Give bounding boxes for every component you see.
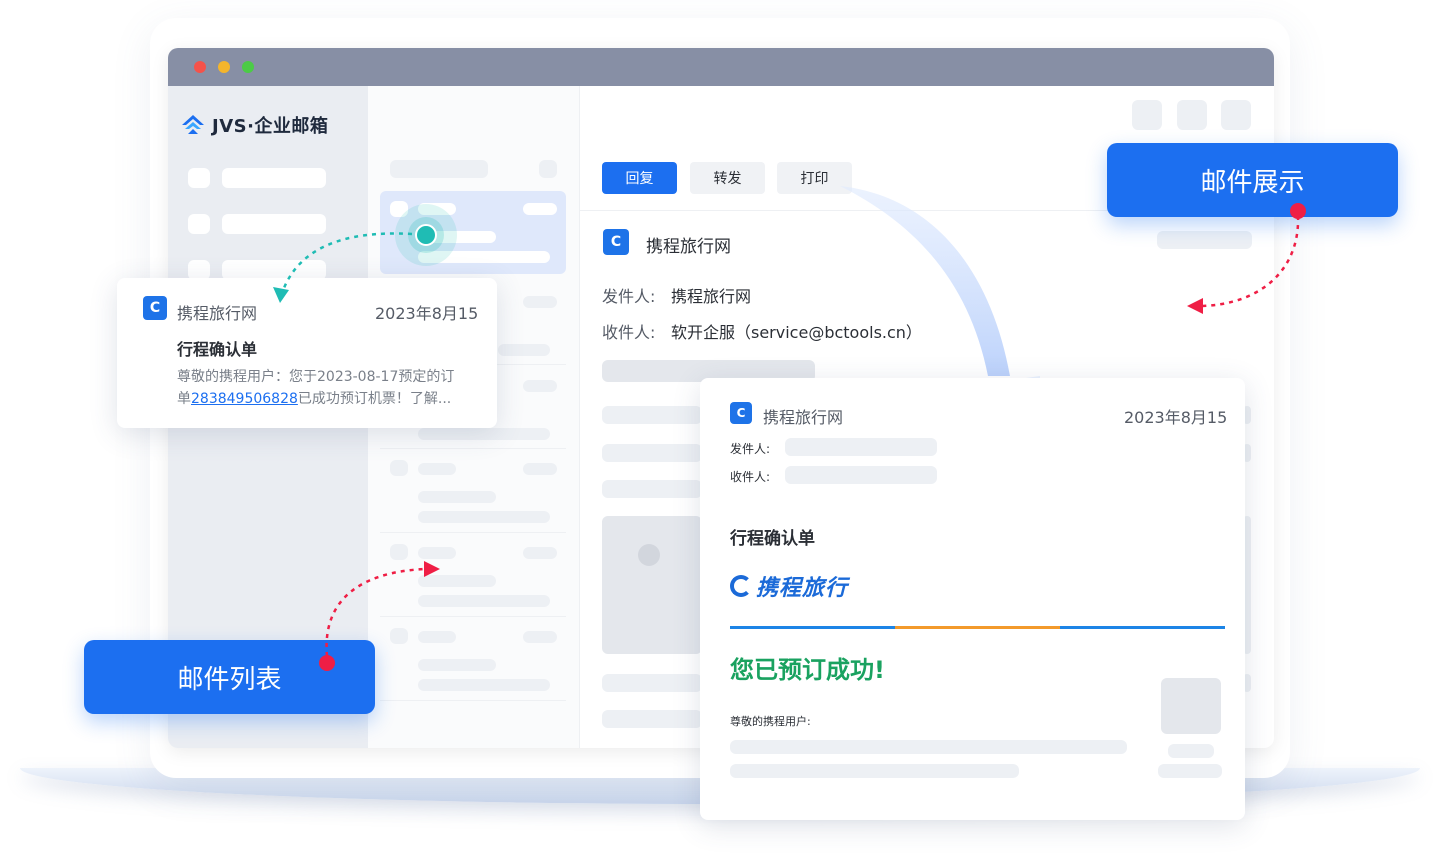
click-indicator-dot — [415, 224, 437, 246]
connector-lines — [273, 215, 1300, 657]
